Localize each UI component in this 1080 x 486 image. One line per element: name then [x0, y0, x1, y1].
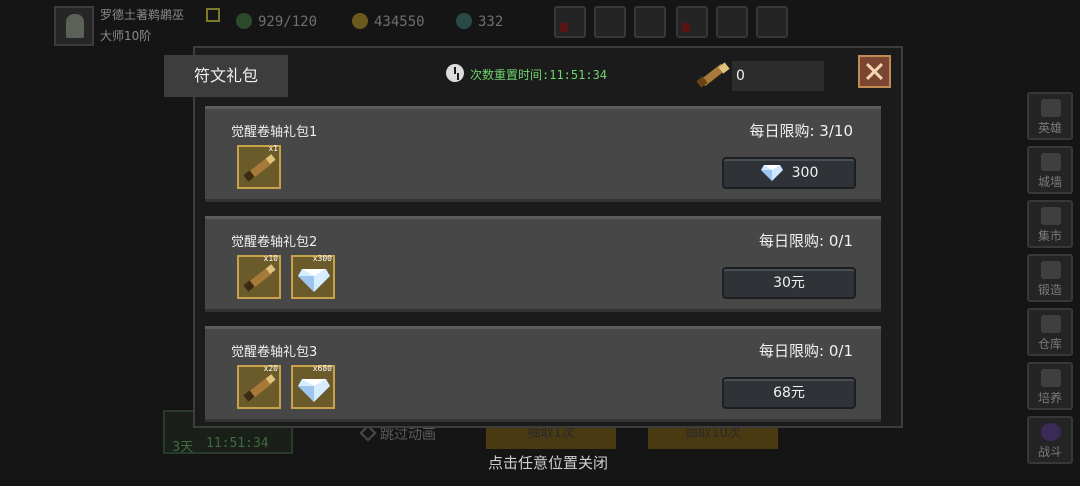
close-hint[interactable]: 点击任意位置关闭: [0, 452, 1080, 473]
pack-limit: 每日限购: 0/1: [759, 232, 853, 250]
side-button-warehouse[interactable]: 仓库: [1027, 308, 1073, 356]
shop-cart-button[interactable]: [554, 6, 586, 38]
diamond-icon: [298, 379, 330, 402]
buy-button[interactable]: 68元: [722, 377, 856, 409]
bg-timer-clock: 11:51:34: [206, 436, 269, 451]
scroll-icon: [243, 264, 276, 292]
pack-title: 觉醒卷轴礼包2: [231, 235, 318, 250]
buy-button[interactable]: 300: [722, 157, 856, 189]
player-name: 罗德土著鹈鹕巫: [100, 8, 185, 22]
draw-once-button[interactable]: 抽取1次: [486, 425, 616, 449]
pack-title: 觉醒卷轴礼包3: [231, 345, 318, 360]
edit-icon[interactable]: [206, 8, 220, 22]
clock-icon: [446, 64, 464, 82]
item-slot[interactable]: x680: [291, 364, 335, 409]
stamina-icon: [236, 13, 252, 29]
item-slot[interactable]: x1: [237, 144, 281, 189]
gem-value: 332: [478, 14, 504, 30]
side-button-wall[interactable]: 城墙: [1027, 146, 1073, 194]
scroll-icon: [243, 154, 276, 182]
top-bar: 罗德土著鹈鹕巫 大师10阶 929/120 434550 332: [0, 0, 1080, 46]
settings-gear-button[interactable]: [716, 6, 748, 38]
scroll-count: 0: [732, 61, 824, 91]
mail-button[interactable]: [594, 6, 626, 38]
side-button-forge[interactable]: 锻造: [1027, 254, 1073, 302]
pack-card: 觉醒卷轴礼包1 每日限购: 3/10 x1 300: [205, 106, 881, 202]
item-qty: x1: [268, 144, 278, 153]
tab-rune-pack[interactable]: 符文礼包: [164, 55, 288, 97]
scroll-icon: [243, 374, 276, 402]
side-button-market[interactable]: 集市: [1027, 200, 1073, 248]
diamond-icon: [760, 165, 783, 181]
item-slot[interactable]: x300: [291, 254, 335, 299]
side-button-hero[interactable]: 英雄: [1027, 92, 1073, 140]
color-wheel-button[interactable]: [756, 6, 788, 38]
pack-limit: 每日限购: 3/10: [749, 122, 853, 140]
avatar[interactable]: [54, 6, 94, 46]
close-button[interactable]: [858, 55, 891, 88]
gem-icon: [456, 13, 472, 29]
item-slot[interactable]: x10: [237, 254, 281, 299]
item-qty: x300: [312, 254, 332, 263]
draw-ten-button[interactable]: 抽取10次: [648, 425, 778, 449]
item-qty: x680: [312, 364, 332, 373]
stamina-value: 929/120: [258, 14, 318, 30]
player-rank: 大师10阶: [100, 29, 152, 43]
pack-limit: 每日限购: 0/1: [759, 342, 853, 360]
pack-card: 觉醒卷轴礼包3 每日限购: 0/1 x20 x680 68元: [205, 326, 881, 422]
item-qty: x20: [263, 364, 278, 373]
event-button[interactable]: [676, 6, 708, 38]
buy-button[interactable]: 30元: [722, 267, 856, 299]
buy-price: 300: [791, 165, 819, 181]
pack-card: 觉醒卷轴礼包2 每日限购: 0/1 x10 x300 30元: [205, 216, 881, 312]
reset-time-label: 次数重置时间:11:51:34: [470, 68, 608, 82]
diamond-icon: [298, 269, 330, 292]
item-slot[interactable]: x20: [237, 364, 281, 409]
gamepad-button[interactable]: [634, 6, 666, 38]
pack-title: 觉醒卷轴礼包1: [231, 125, 318, 140]
item-qty: x10: [263, 254, 278, 263]
side-button-train[interactable]: 培养: [1027, 362, 1073, 410]
scroll-icon: [696, 62, 730, 88]
coin-value: 434550: [374, 14, 425, 30]
coin-icon: [352, 13, 368, 29]
